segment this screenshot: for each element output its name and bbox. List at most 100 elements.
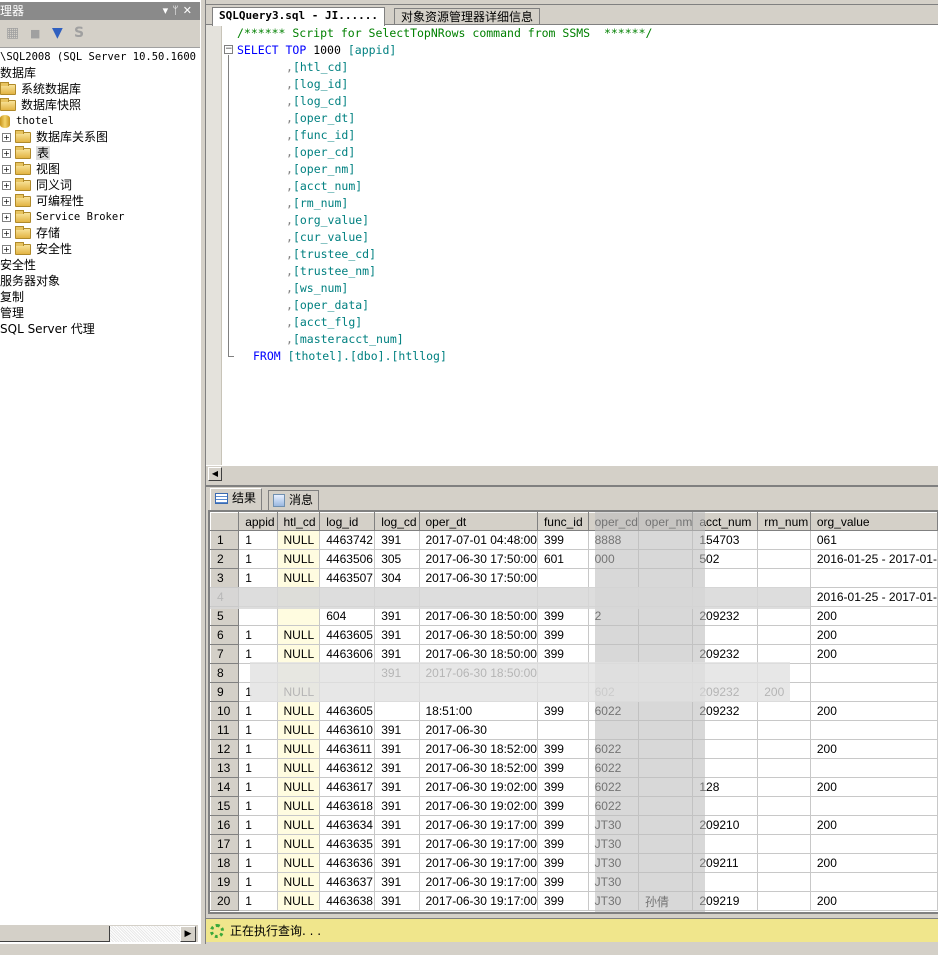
cell-oper_dt[interactable]: 2017-06-30 18:52:00 — [419, 758, 538, 778]
cell-htl_cd[interactable]: NULL — [277, 777, 321, 797]
cell-org_value[interactable] — [810, 720, 938, 740]
cell-rm_num[interactable] — [757, 739, 811, 759]
tree-node[interactable]: thotel — [0, 113, 54, 129]
cell-rm_num[interactable] — [757, 834, 811, 854]
cell-appid[interactable]: 1 — [238, 549, 278, 569]
table-row[interactable]: 101NULL446360518:51:003996022209232200 — [210, 701, 938, 721]
expand-icon[interactable]: + — [2, 149, 11, 158]
cell-oper_dt[interactable]: 2017-06-30 17:50:00 — [419, 549, 538, 569]
cell-rm_num[interactable] — [757, 815, 811, 835]
cell-func_id[interactable]: 399 — [537, 625, 589, 645]
cell-rm_num[interactable] — [757, 796, 811, 816]
table-row[interactable]: 11 1 NULL 4463610 391 2017-06-30 — [210, 720, 938, 740]
expand-icon[interactable]: + — [2, 212, 11, 222]
table-row[interactable]: 56043912017-06-30 18:50:003992209232200 — [210, 606, 938, 626]
table-row[interactable]: 201NULL44636383912017-06-30 19:17:00399J… — [210, 891, 938, 911]
column-header[interactable]: org_value — [809, 512, 938, 531]
cell-oper_dt[interactable]: 2017-06-30 18:50:00 — [419, 625, 538, 645]
cell-log_cd[interactable]: 391 — [374, 644, 420, 664]
cell-log_id[interactable]: 4463507 — [319, 568, 376, 588]
cell-org_value[interactable] — [810, 872, 938, 892]
row-number[interactable]: 3 — [210, 568, 240, 588]
expand-icon[interactable]: + — [2, 245, 11, 254]
cell-log_id[interactable]: 4463617 — [319, 777, 376, 797]
row-number[interactable]: 13 — [210, 758, 240, 778]
cell-rm_num[interactable] — [757, 701, 811, 721]
cell-func_id[interactable]: 399 — [537, 777, 589, 797]
column-header[interactable]: func_id — [536, 512, 589, 531]
cell-func_id[interactable]: 399 — [537, 606, 589, 626]
cell-log_cd[interactable]: 391 — [374, 625, 420, 645]
tree-node[interactable]: + Service Broker — [2, 209, 125, 225]
tree-node[interactable]: + 安全性 — [2, 241, 72, 257]
cell-log_cd[interactable]: 391 — [374, 796, 420, 816]
row-number[interactable]: 10 — [210, 701, 240, 721]
collapse-icon[interactable]: − — [224, 45, 233, 54]
row-number[interactable]: 8 — [210, 663, 240, 683]
tree-node[interactable]: + 存储 — [2, 225, 60, 241]
row-number[interactable]: 1 — [210, 530, 240, 550]
row-number[interactable]: 19 — [210, 872, 240, 892]
cell-htl_cd[interactable]: NULL — [277, 701, 321, 721]
cell-oper_dt[interactable]: 2017-06-30 — [419, 720, 538, 740]
cell-appid[interactable]: 1 — [238, 701, 278, 721]
cell-rm_num[interactable] — [757, 758, 811, 778]
tree-node[interactable]: 数据库 — [0, 65, 36, 81]
cell-log_id[interactable]: 4463506 — [319, 549, 376, 569]
column-header[interactable]: htl_cd — [276, 512, 321, 531]
cell-org_value[interactable]: 200 — [810, 815, 938, 835]
table-row[interactable]: 151NULL44636183912017-06-30 19:02:003996… — [210, 796, 938, 816]
cell-func_id[interactable] — [537, 568, 589, 588]
results-grid[interactable]: appidhtl_cdlog_idlog_cdoper_dtfunc_idope… — [208, 510, 938, 914]
cell-oper_dt[interactable]: 2017-06-30 19:17:00 — [419, 872, 538, 892]
cell-appid[interactable]: 1 — [238, 644, 278, 664]
cell-log_cd[interactable]: 304 — [374, 568, 420, 588]
row-number[interactable]: 18 — [210, 853, 240, 873]
tree-node[interactable]: 系统数据库 — [0, 81, 81, 97]
cell-org_value[interactable] — [810, 796, 938, 816]
cell-log_cd[interactable]: 391 — [374, 853, 420, 873]
cell-rm_num[interactable] — [757, 568, 811, 588]
tab-object-explorer-details[interactable]: 对象资源管理器详细信息 — [394, 8, 541, 25]
cell-oper_dt[interactable]: 2017-06-30 19:17:00 — [419, 815, 538, 835]
cell-func_id[interactable]: 399 — [537, 872, 589, 892]
cell-org_value[interactable]: 200 — [810, 777, 938, 797]
column-header[interactable]: appid — [238, 512, 278, 531]
row-number[interactable]: 9 — [210, 682, 240, 702]
row-number[interactable]: 16 — [210, 815, 240, 835]
table-row[interactable]: 131NULL44636123912017-06-30 18:52:003996… — [210, 758, 938, 778]
cell-log_cd[interactable]: 391 — [374, 739, 420, 759]
cell-log_id[interactable]: 4463610 — [319, 720, 376, 740]
tab-sqlquery3[interactable]: SQLQuery3.sql - JI...... — [212, 7, 385, 26]
row-number[interactable]: 15 — [210, 796, 240, 816]
cell-func_id[interactable]: 399 — [537, 739, 589, 759]
tree-horizontal-scrollbar[interactable]: ▶ — [0, 924, 198, 942]
cell-func_id[interactable]: 399 — [537, 834, 589, 854]
cell-org_value[interactable] — [810, 568, 938, 588]
tree-node[interactable]: SQL Server 代理 — [0, 321, 95, 337]
cell-log_id[interactable]: 4463638 — [319, 891, 376, 911]
expand-icon[interactable]: + — [2, 181, 11, 190]
sql-editor[interactable]: − /****** Script for SelectTopNRows comm… — [206, 24, 938, 466]
cell-log_cd[interactable]: 391 — [374, 777, 420, 797]
row-number[interactable]: 20 — [210, 891, 240, 911]
stop-icon[interactable]: ■ — [30, 27, 40, 40]
row-number[interactable]: 14 — [210, 777, 240, 797]
cell-log_cd[interactable]: 391 — [374, 758, 420, 778]
row-number[interactable]: 12 — [210, 739, 240, 759]
column-header[interactable]: log_cd — [374, 512, 420, 531]
row-number[interactable]: 7 — [210, 644, 240, 664]
tree-node[interactable]: 服务器对象 — [0, 273, 60, 289]
tree-node[interactable]: + 可编程性 — [2, 193, 84, 209]
panel-controls[interactable]: ▾ᛘ✕ — [163, 2, 196, 20]
cell-org_value[interactable]: 200 — [810, 891, 938, 911]
cell-log_id[interactable]: 4463618 — [319, 796, 376, 816]
connect-icon[interactable]: ▦ — [6, 25, 19, 41]
cell-oper_dt[interactable]: 2017-06-30 19:02:00 — [419, 796, 538, 816]
filter-icon[interactable]: ▼ — [52, 25, 63, 41]
cell-log_cd[interactable]: 391 — [374, 606, 420, 626]
row-number[interactable]: 11 — [210, 720, 240, 740]
table-row[interactable]: 161NULL44636343912017-06-30 19:17:00399J… — [210, 815, 938, 835]
cell-appid[interactable]: 1 — [238, 834, 278, 854]
close-icon[interactable]: ✕ — [183, 4, 196, 17]
